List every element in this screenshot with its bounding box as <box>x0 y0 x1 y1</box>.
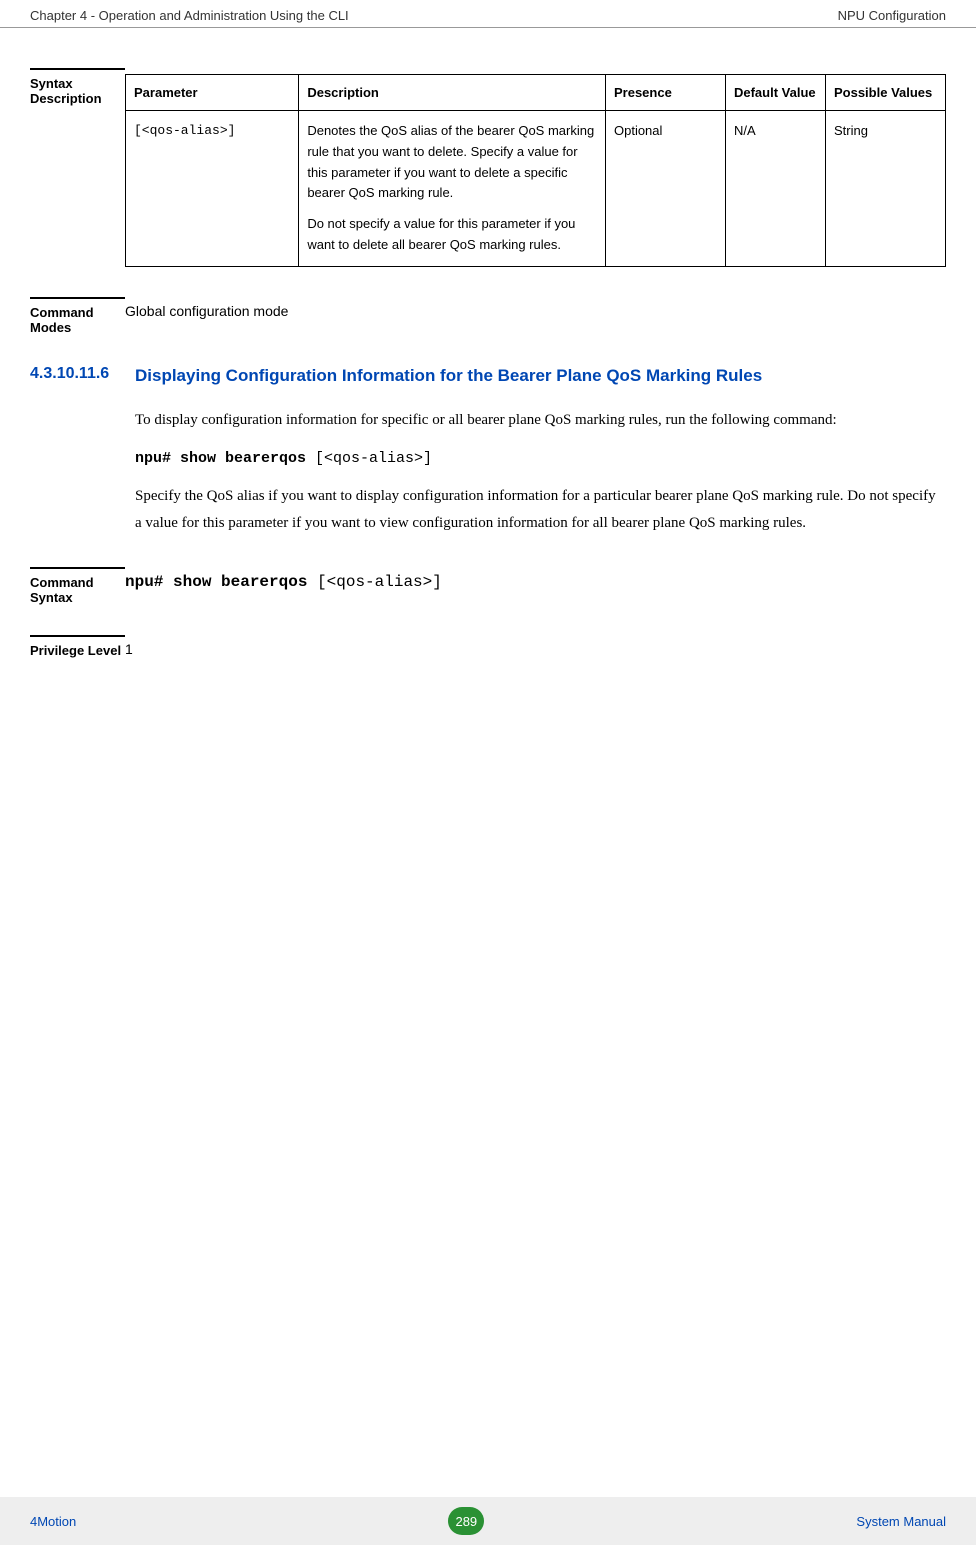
page-content: Syntax Description Parameter Description… <box>0 28 976 658</box>
cmd-bold-part: npu# show bearerqos <box>135 450 315 467</box>
td-presence: Optional <box>605 111 725 267</box>
th-default-value: Default Value <box>725 75 825 111</box>
th-presence: Presence <box>605 75 725 111</box>
th-description: Description <box>299 75 606 111</box>
td-possible: String <box>825 111 945 267</box>
command-syntax-section: Command Syntax npu# show bearerqos [<qos… <box>30 567 946 605</box>
command-modes-label: Command Modes <box>30 297 125 335</box>
page-header: Chapter 4 - Operation and Administration… <box>0 0 976 28</box>
syntax-table: Parameter Description Presence Default V… <box>125 74 946 267</box>
command-modes-section: Command Modes Global configuration mode <box>30 297 946 335</box>
page-footer: 4Motion 289 System Manual <box>0 1497 976 1545</box>
command-modes-text: Global configuration mode <box>125 297 946 319</box>
header-right: NPU Configuration <box>838 8 946 23</box>
body-para1: To display configuration information for… <box>135 407 946 434</box>
footer-left: 4Motion <box>30 1514 76 1529</box>
command-example: npu# show bearerqos [<qos-alias>] <box>135 450 946 467</box>
syntax-label: Syntax Description <box>30 68 125 106</box>
header-left: Chapter 4 - Operation and Administration… <box>30 8 349 23</box>
privilege-level-section: Privilege Level 1 <box>30 635 946 658</box>
page-number: 289 <box>448 1507 484 1535</box>
cmd-syntax-rest: [<qos-alias>] <box>317 573 442 591</box>
subsection-title: Displaying Configuration Information for… <box>135 365 946 387</box>
cmd-rest-part: [<qos-alias>] <box>315 450 432 467</box>
privilege-text: 1 <box>125 635 946 657</box>
td-parameter: [<qos-alias>] <box>126 111 299 267</box>
subsection-number: 4.3.10.11.6 <box>30 365 135 387</box>
footer-right: System Manual <box>856 1514 946 1529</box>
syntax-description-section: Syntax Description Parameter Description… <box>30 68 946 267</box>
desc-para2: Do not specify a value for this paramete… <box>307 214 597 256</box>
privilege-label: Privilege Level <box>30 635 125 658</box>
td-description: Denotes the QoS alias of the bearer QoS … <box>299 111 606 267</box>
desc-para1: Denotes the QoS alias of the bearer QoS … <box>307 121 597 204</box>
cmd-syntax-bold: npu# show bearerqos <box>125 573 317 591</box>
syntax-body: Parameter Description Presence Default V… <box>125 68 946 267</box>
th-possible-values: Possible Values <box>825 75 945 111</box>
table-header-row: Parameter Description Presence Default V… <box>126 75 946 111</box>
table-row: [<qos-alias>] Denotes the QoS alias of t… <box>126 111 946 267</box>
body-para2: Specify the QoS alias if you want to dis… <box>135 483 946 537</box>
subsection-heading: 4.3.10.11.6 Displaying Configuration Inf… <box>30 365 946 387</box>
command-syntax-body: npu# show bearerqos [<qos-alias>] <box>125 567 946 591</box>
th-parameter: Parameter <box>126 75 299 111</box>
command-syntax-label: Command Syntax <box>30 567 125 605</box>
td-default: N/A <box>725 111 825 267</box>
